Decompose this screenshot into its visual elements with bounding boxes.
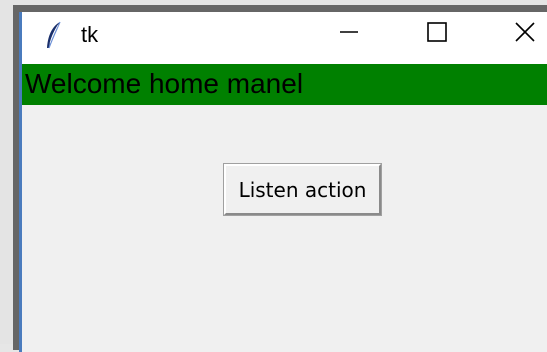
close-button[interactable] — [481, 12, 547, 56]
listen-action-button[interactable]: Listen action — [223, 163, 382, 216]
minimize-icon — [338, 21, 360, 47]
minimize-button[interactable] — [305, 12, 393, 56]
window-title: tk — [81, 22, 99, 47]
close-icon — [514, 21, 536, 47]
maximize-icon — [426, 21, 448, 47]
feather-icon — [44, 21, 64, 51]
maximize-button[interactable] — [393, 12, 481, 56]
title-bar[interactable]: tk — [22, 12, 547, 64]
welcome-banner: Welcome home manel — [22, 64, 547, 105]
tk-window: tk Welcome home manel Listen action — [19, 12, 547, 352]
welcome-label: Welcome home manel — [25, 68, 304, 99]
